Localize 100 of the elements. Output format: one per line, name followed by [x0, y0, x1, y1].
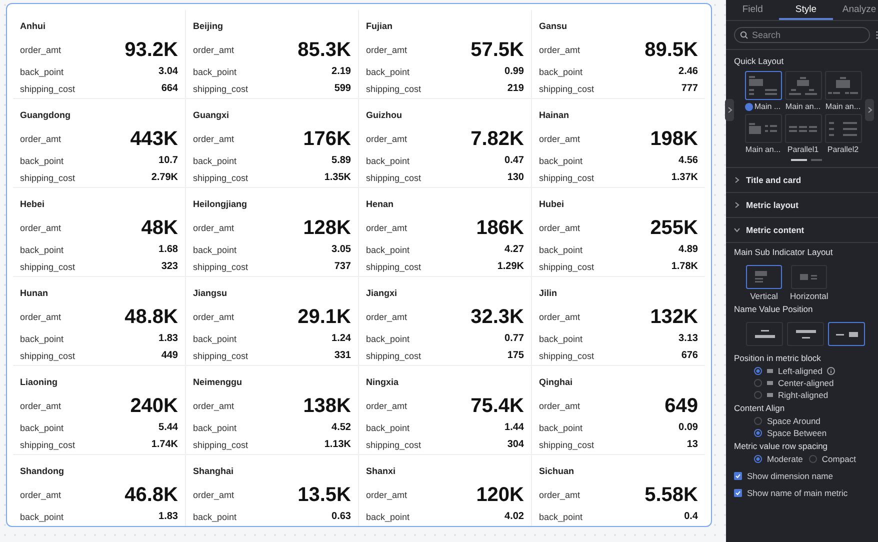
checkbox-option[interactable]: Show name of main metric: [734, 488, 878, 498]
metric-value: 676: [681, 350, 698, 361]
metric-value: 1.78K: [671, 261, 698, 272]
main-metric-value: 128K: [303, 216, 351, 240]
metric-label: shipping_cost: [20, 262, 76, 272]
region-name: Guangdong: [20, 110, 72, 122]
radio-option[interactable]: Right-aligned: [754, 390, 878, 400]
checkbox-label: Show name of main metric: [747, 488, 848, 498]
metric-value: 1.24: [332, 333, 351, 344]
metric-value: 0.09: [678, 422, 698, 433]
region-name: Anhui: [20, 21, 46, 33]
metric-label: shipping_cost: [193, 262, 248, 272]
main-metric-value: 13.5K: [298, 484, 351, 506]
metric-label: back_point: [193, 512, 237, 522]
metric-value: 4.52: [332, 422, 351, 433]
metric-label: shipping_cost: [366, 84, 422, 94]
field-label: Metric value row spacing: [734, 441, 829, 451]
metric-label: shipping_cost: [20, 350, 76, 360]
main-metric-value: 75.4K: [470, 394, 524, 418]
metric-label: shipping_cost: [366, 262, 422, 272]
field-label: Content Align: [734, 403, 786, 413]
section-title: Quick Layout: [734, 56, 785, 66]
field-label: Position in metric block: [734, 353, 822, 363]
main-metric-value: 48.8K: [124, 306, 178, 328]
metric-label: back_point: [539, 66, 583, 76]
metric-label: back_point: [539, 156, 583, 166]
section-header[interactable]: Title and card: [726, 168, 878, 193]
metric-label: back_point: [193, 156, 237, 166]
metric-label: back_point: [20, 244, 64, 254]
radio-option[interactable]: Moderate: [754, 454, 803, 464]
metric-label: back_point: [366, 66, 410, 76]
main-metric-value: 57.5K: [470, 38, 524, 62]
checkbox-label: Show dimension name: [747, 471, 833, 481]
metric-value: 777: [681, 83, 698, 94]
metric-label: order_amt: [193, 401, 234, 411]
metric-value: 0.63: [332, 511, 351, 522]
metric-label: shipping_cost: [366, 440, 422, 450]
metric-label: back_point: [20, 66, 64, 76]
metric-label: back_point: [366, 512, 410, 522]
metric-label: shipping_cost: [20, 440, 76, 450]
metric-value: 1.83: [158, 333, 178, 344]
metric-value: 0.47: [504, 155, 524, 166]
metric-label: shipping_cost: [193, 84, 248, 94]
panel-tab[interactable]: Analyze: [832, 0, 878, 20]
metric-label: shipping_cost: [539, 350, 594, 360]
region-name: Shanghai: [193, 466, 235, 478]
metric-label: order_amt: [366, 401, 408, 411]
metric-label: shipping_cost: [193, 440, 248, 450]
metric-value: 1.44: [504, 422, 524, 433]
radio-option[interactable]: Compact: [808, 454, 856, 464]
metric-value: 1.83: [158, 511, 178, 522]
metric-label: order_amt: [539, 134, 580, 144]
region-name: Shanxi: [366, 466, 397, 478]
main-metric-value: 7.82K: [470, 128, 524, 150]
metric-value: 175: [507, 350, 524, 361]
layout-label: Parallel2: [827, 145, 859, 154]
metric-label: back_point: [193, 66, 237, 76]
metric-label: back_point: [193, 244, 237, 254]
metric-label: order_amt: [366, 134, 408, 144]
metric-value: 1.74K: [151, 439, 178, 450]
region-name: Guizhou: [366, 110, 403, 122]
metric-label: order_amt: [193, 134, 234, 144]
main-metric-value: 176K: [303, 128, 351, 150]
metric-label: order_amt: [366, 490, 408, 500]
metric-value: 0.4: [684, 511, 698, 522]
metric-value: 4.89: [678, 244, 698, 255]
main-metric-value: 255K: [650, 216, 698, 240]
region-name: Neimenggu: [193, 377, 244, 389]
main-metric-value: 443K: [130, 128, 178, 150]
section-header[interactable]: Metric layout: [726, 193, 878, 218]
main-metric-value: 132K: [650, 306, 698, 328]
metric-label: shipping_cost: [20, 172, 76, 182]
panel-tab[interactable]: Style: [779, 0, 833, 20]
option-label: Horizontal: [790, 291, 828, 301]
main-metric-value: 186K: [476, 216, 524, 240]
radio-option[interactable]: Space Around: [754, 416, 878, 426]
metric-value: 0.77: [504, 333, 524, 344]
metric-value: 2.19: [332, 66, 351, 77]
metric-value: 737: [334, 261, 351, 272]
region-name: Heilongjiang: [193, 199, 248, 211]
metric-label: back_point: [20, 334, 64, 344]
section-header[interactable]: Metric content: [726, 218, 878, 243]
metric-value: 331: [334, 350, 351, 361]
metric-label: order_amt: [539, 223, 580, 233]
radio-option[interactable]: Center-aligned: [754, 378, 878, 388]
panel-tab[interactable]: Field: [726, 0, 780, 20]
checkbox-option[interactable]: Show dimension name: [734, 471, 878, 481]
metric-value: 3.05: [332, 244, 351, 255]
field-label: Name Value Position: [734, 304, 814, 314]
metric-label: back_point: [539, 512, 583, 522]
search-field[interactable]: Search: [734, 27, 870, 43]
metric-label: shipping_cost: [366, 350, 422, 360]
main-metric-value: 138K: [303, 394, 351, 418]
main-metric-value: 48K: [141, 216, 178, 240]
radio-option[interactable]: Left-aligned: [754, 366, 878, 376]
metric-label: back_point: [539, 334, 583, 344]
metric-value: 4.56: [678, 155, 698, 166]
metric-label: order_amt: [539, 312, 580, 322]
radio-option[interactable]: Space Between: [754, 428, 878, 438]
layout-label: Parallel1: [787, 145, 819, 154]
